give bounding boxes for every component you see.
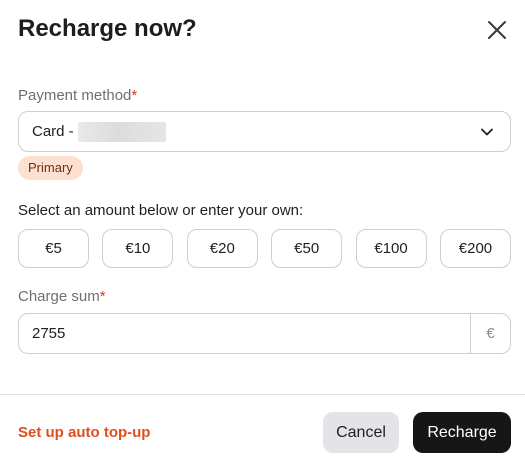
amount-button-10[interactable]: €10: [102, 229, 174, 268]
amount-button-20[interactable]: €20: [186, 229, 258, 268]
masked-card-number: [77, 121, 166, 142]
currency-suffix: €: [470, 314, 510, 353]
required-mark: *: [131, 87, 138, 104]
payment-method-select[interactable]: Card -: [18, 111, 511, 152]
primary-badge: Primary: [18, 156, 83, 180]
footer-divider: [0, 394, 525, 395]
amount-prompt: Select an amount below or enter your own…: [18, 202, 304, 219]
payment-method-label-text: Payment method: [18, 87, 132, 104]
amount-button-200[interactable]: €200: [439, 229, 511, 268]
close-button[interactable]: [483, 16, 511, 44]
amount-options: €5 €10 €20 €50 €100 €200: [18, 229, 511, 268]
close-icon: [488, 21, 506, 39]
payment-method-value: Card -: [32, 123, 74, 140]
auto-topup-link[interactable]: Set up auto top-up: [18, 423, 150, 443]
charge-sum-label: Charge sum*: [18, 287, 106, 307]
charge-sum-input[interactable]: [19, 314, 470, 353]
required-mark: *: [99, 288, 106, 305]
charge-sum-field: €: [18, 313, 511, 354]
recharge-button[interactable]: Recharge: [413, 412, 511, 453]
amount-button-50[interactable]: €50: [271, 229, 343, 268]
amount-button-100[interactable]: €100: [355, 229, 427, 268]
dialog-title: Recharge now?: [18, 15, 197, 42]
charge-sum-label-text: Charge sum: [18, 288, 100, 305]
amount-button-5[interactable]: €5: [18, 229, 89, 268]
recharge-dialog: Recharge now? Payment method* Card - Pri…: [0, 0, 525, 466]
cancel-button[interactable]: Cancel: [323, 412, 399, 453]
chevron-down-icon: [481, 128, 493, 136]
payment-method-label: Payment method*: [18, 86, 137, 106]
